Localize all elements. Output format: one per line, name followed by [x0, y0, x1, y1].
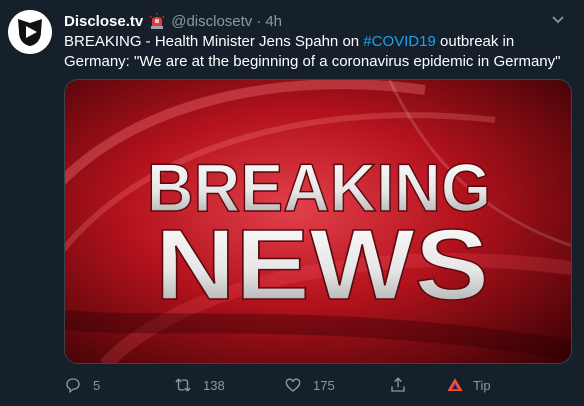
- tweet-header: Disclose.tv @disclosetv · 4h: [64, 11, 574, 31]
- reply-button[interactable]: 5: [64, 372, 100, 398]
- retweet-count: 138: [203, 377, 225, 393]
- tweet-text-prefix: BREAKING - Health Minister Jens Spahn on: [64, 33, 364, 50]
- share-icon: [391, 377, 405, 392]
- tweet-actions: 5 138 175 Tip: [64, 372, 524, 398]
- tip-icon: [447, 378, 463, 391]
- display-name[interactable]: Disclose.tv: [64, 13, 143, 30]
- tip-button[interactable]: Tip: [446, 372, 491, 398]
- tweet-text: BREAKING - Health Minister Jens Spahn on…: [64, 32, 579, 72]
- hashtag-link[interactable]: #COVID19: [363, 33, 436, 50]
- avatar-logo-icon: [8, 10, 52, 54]
- tweet[interactable]: Disclose.tv @disclosetv · 4h BREAKING - …: [0, 0, 584, 406]
- timestamp[interactable]: 4h: [265, 13, 282, 30]
- media-news-text: NEWS: [155, 209, 489, 321]
- avatar[interactable]: [8, 10, 52, 54]
- reply-icon: [66, 378, 80, 394]
- tweet-media-image[interactable]: BREAKING NEWS: [64, 79, 572, 364]
- retweet-button[interactable]: 138: [174, 372, 225, 398]
- like-button[interactable]: 175: [284, 372, 335, 398]
- siren-emoji-icon: [149, 12, 165, 30]
- like-count: 175: [313, 377, 335, 393]
- user-handle[interactable]: @disclosetv: [171, 13, 252, 30]
- like-icon: [285, 378, 301, 392]
- reply-count: 5: [93, 377, 101, 393]
- chevron-down-icon[interactable]: [550, 11, 566, 27]
- retweet-icon: [175, 378, 191, 392]
- tip-label: Tip: [473, 377, 491, 393]
- share-button[interactable]: [389, 372, 418, 398]
- separator-dot: ·: [256, 12, 262, 30]
